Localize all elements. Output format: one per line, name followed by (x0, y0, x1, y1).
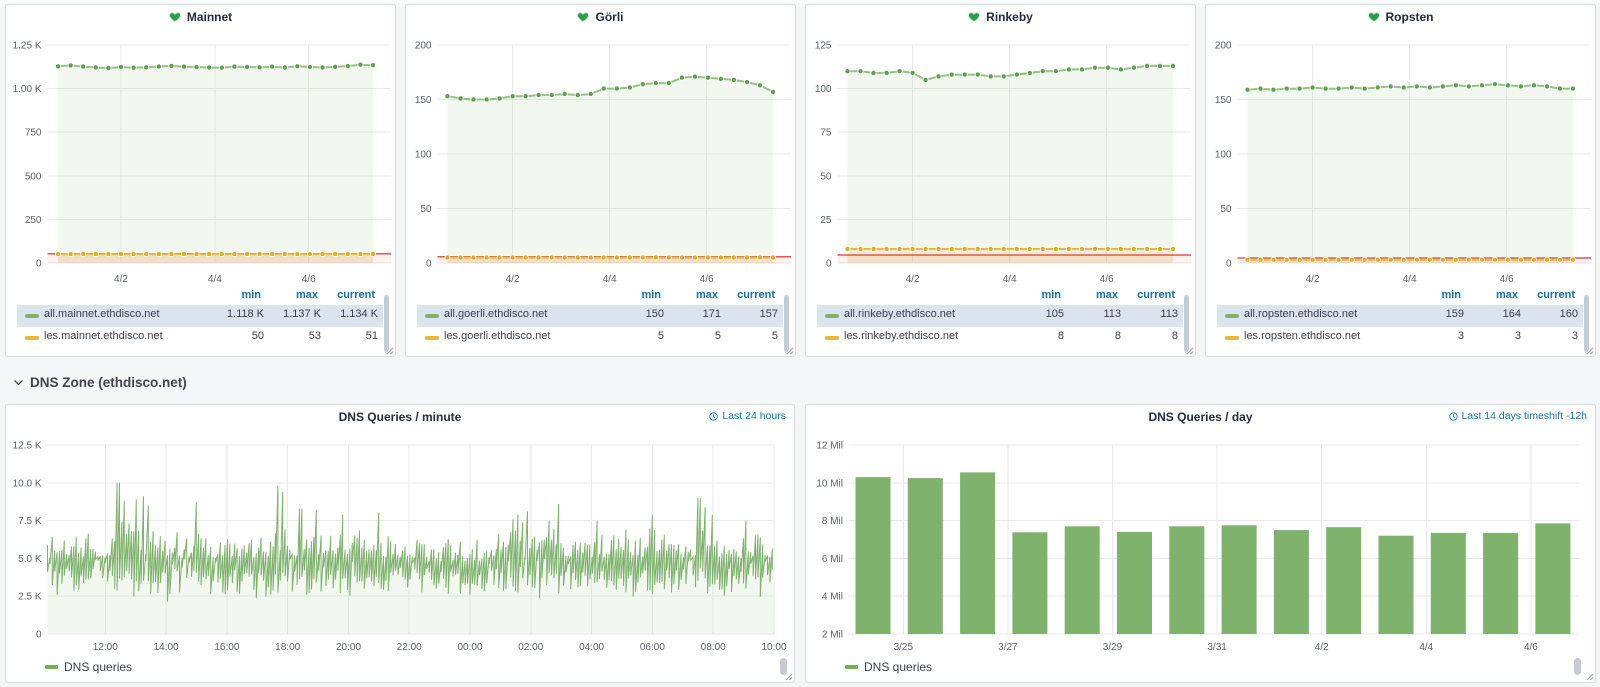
svg-text:100: 100 (815, 84, 832, 95)
svg-text:4/4: 4/4 (1403, 274, 1417, 285)
svg-text:750: 750 (25, 128, 42, 139)
svg-text:100: 100 (1215, 150, 1232, 161)
svg-text:12.5 K: 12.5 K (13, 441, 42, 452)
svg-text:22:00: 22:00 (397, 642, 422, 653)
svg-text:150: 150 (1215, 95, 1232, 106)
svg-text:0: 0 (36, 630, 42, 641)
svg-text:4/6: 4/6 (700, 274, 714, 285)
svg-text:4/6: 4/6 (1500, 274, 1514, 285)
svg-text:08:00: 08:00 (701, 642, 726, 653)
svg-text:4/2: 4/2 (1306, 274, 1320, 285)
svg-text:75: 75 (820, 128, 832, 139)
svg-text:50: 50 (820, 171, 832, 182)
svg-text:04:00: 04:00 (579, 642, 604, 653)
svg-text:0: 0 (36, 259, 42, 270)
svg-text:2 Mil: 2 Mil (822, 630, 843, 641)
svg-text:10.0 K: 10.0 K (13, 478, 42, 489)
svg-text:06:00: 06:00 (640, 642, 665, 653)
svg-text:20:00: 20:00 (336, 642, 361, 653)
svg-text:200: 200 (1215, 41, 1232, 52)
svg-text:200: 200 (415, 41, 432, 52)
svg-text:18:00: 18:00 (275, 642, 300, 653)
svg-text:4/4: 4/4 (1003, 274, 1017, 285)
svg-text:4/2: 4/2 (114, 274, 128, 285)
svg-text:1.00 K: 1.00 K (13, 84, 42, 95)
svg-text:5.0 K: 5.0 K (18, 554, 42, 565)
svg-text:4/6: 4/6 (1524, 642, 1538, 653)
svg-text:7.5 K: 7.5 K (18, 516, 42, 527)
svg-text:4/2: 4/2 (506, 274, 520, 285)
svg-text:100: 100 (415, 150, 432, 161)
svg-text:150: 150 (415, 95, 432, 106)
svg-text:10:00: 10:00 (761, 642, 786, 653)
svg-text:4/4: 4/4 (208, 274, 222, 285)
svg-text:0: 0 (426, 259, 432, 270)
svg-text:12:00: 12:00 (93, 642, 118, 653)
svg-text:50: 50 (420, 204, 432, 215)
svg-text:1.25 K: 1.25 K (13, 41, 42, 52)
svg-text:25: 25 (820, 215, 832, 226)
svg-text:4/2: 4/2 (906, 274, 920, 285)
svg-text:4/4: 4/4 (1419, 642, 1433, 653)
svg-text:250: 250 (25, 215, 42, 226)
svg-text:125: 125 (815, 41, 832, 52)
svg-text:4 Mil: 4 Mil (822, 592, 843, 603)
svg-text:12 Mil: 12 Mil (816, 441, 843, 452)
svg-text:2.5 K: 2.5 K (18, 592, 42, 603)
svg-text:500: 500 (25, 171, 42, 182)
svg-text:4/4: 4/4 (603, 274, 617, 285)
svg-text:00:00: 00:00 (457, 642, 482, 653)
svg-text:6 Mil: 6 Mil (822, 554, 843, 565)
svg-text:16:00: 16:00 (214, 642, 239, 653)
svg-text:3/29: 3/29 (1103, 642, 1123, 653)
svg-text:3/27: 3/27 (998, 642, 1018, 653)
svg-text:02:00: 02:00 (518, 642, 543, 653)
svg-text:3/31: 3/31 (1207, 642, 1227, 653)
svg-text:0: 0 (1226, 259, 1232, 270)
svg-text:4/6: 4/6 (302, 274, 316, 285)
svg-text:4/2: 4/2 (1315, 642, 1329, 653)
svg-text:50: 50 (1220, 204, 1232, 215)
svg-text:3/25: 3/25 (894, 642, 914, 653)
svg-text:0: 0 (826, 259, 832, 270)
svg-text:8 Mil: 8 Mil (822, 516, 843, 527)
svg-text:10 Mil: 10 Mil (816, 478, 843, 489)
svg-text:4/6: 4/6 (1100, 274, 1114, 285)
svg-text:14:00: 14:00 (154, 642, 179, 653)
